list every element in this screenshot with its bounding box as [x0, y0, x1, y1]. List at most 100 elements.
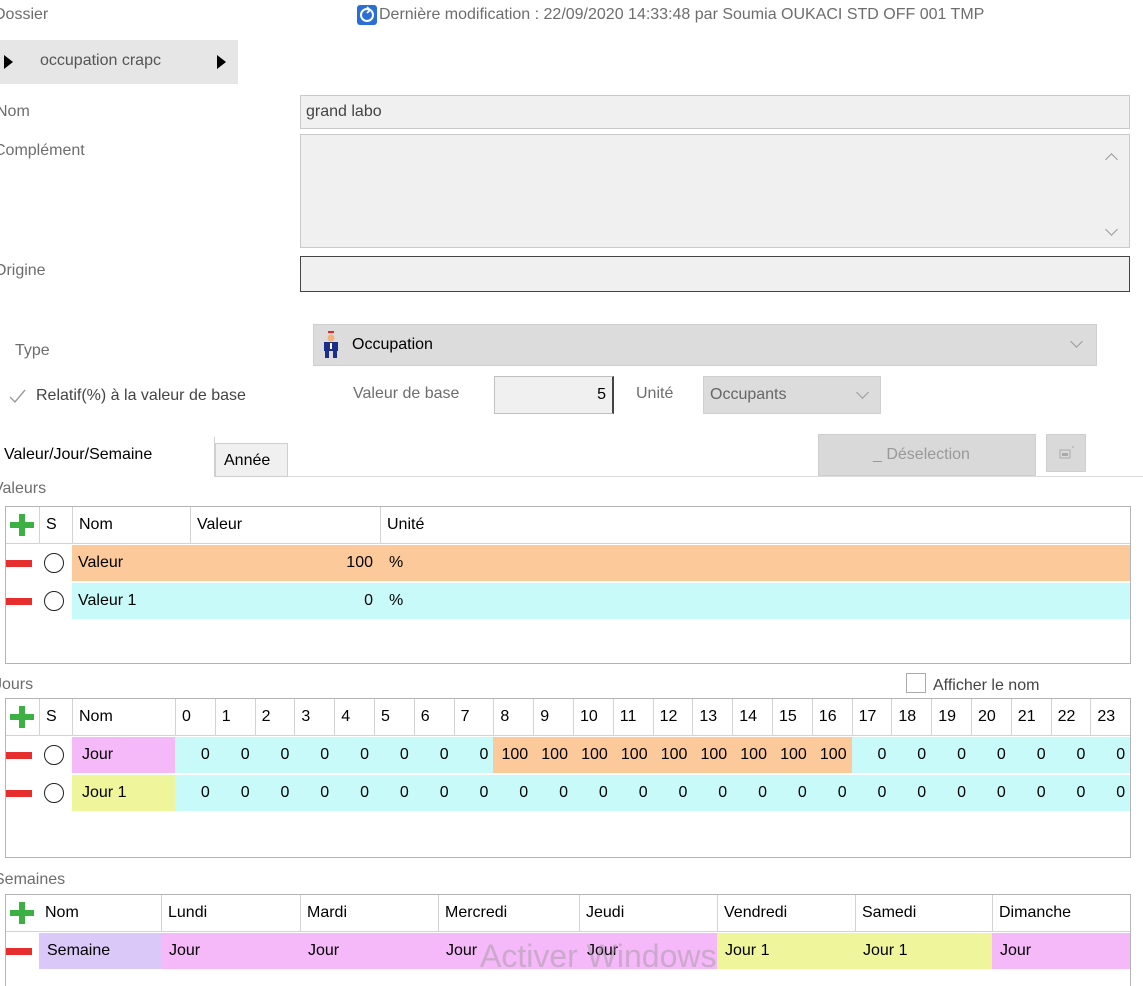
valeur-base-value: 5 — [597, 386, 606, 403]
nom-field[interactable]: grand labo — [300, 95, 1130, 129]
hour-value-cell[interactable]: 0 — [175, 775, 215, 811]
nom-value: grand labo — [306, 103, 382, 120]
hour-value-cell[interactable]: 100 — [652, 737, 693, 773]
valeur-select-radio[interactable] — [44, 553, 64, 573]
unite-dropdown-chevron-icon[interactable] — [856, 386, 869, 399]
hour-value-cell[interactable]: 0 — [374, 737, 414, 773]
hour-value-cell[interactable]: 100 — [533, 737, 573, 773]
hour-value-cell[interactable]: 0 — [453, 737, 494, 773]
valeur-1-select-radio[interactable] — [44, 591, 64, 611]
hour-value-cell[interactable]: 100 — [493, 737, 534, 773]
semaine-day-cell[interactable]: Jour — [992, 933, 1130, 969]
hour-header-23: 23 — [1090, 699, 1130, 735]
hour-value-cell[interactable]: 0 — [334, 737, 374, 773]
refresh-icon[interactable] — [357, 5, 377, 25]
breadcrumb-label[interactable]: occupation crapc — [40, 52, 161, 70]
add-jour-plus-icon[interactable] — [8, 703, 36, 731]
hour-value-cell[interactable]: 100 — [612, 737, 653, 773]
hour-value-cell[interactable]: 0 — [811, 775, 852, 811]
complement-field[interactable] — [300, 134, 1130, 248]
hour-value-cell[interactable]: 0 — [772, 775, 812, 811]
unite-select[interactable]: Occupants — [703, 376, 881, 414]
remove-valeur-minus-icon[interactable] — [6, 560, 32, 567]
hour-value-cell[interactable]: 0 — [294, 737, 335, 773]
hour-value-cell[interactable]: 0 — [1050, 775, 1091, 811]
scroll-up-icon[interactable] — [1105, 153, 1118, 166]
afficher-nom-checkbox[interactable] — [906, 673, 926, 693]
hour-value-cell[interactable]: 0 — [413, 775, 454, 811]
hour-value-cell[interactable]: 0 — [254, 775, 295, 811]
remove-jour-1-minus-icon[interactable] — [6, 790, 32, 797]
remove-jour-minus-icon[interactable] — [6, 752, 32, 759]
semaine-day-cell[interactable]: Jour — [161, 933, 300, 969]
hour-value-cell[interactable]: 0 — [453, 775, 494, 811]
semaines-col-5: Vendredi — [717, 895, 855, 931]
hour-header-21: 21 — [1010, 699, 1051, 735]
hour-value-cell[interactable]: 0 — [971, 737, 1011, 773]
hour-value-cell[interactable]: 0 — [931, 775, 971, 811]
hour-value-cell[interactable]: 0 — [732, 775, 772, 811]
hour-value-cell[interactable]: 0 — [254, 737, 295, 773]
tab-valeur-jour-semaine[interactable]: Valeur/Jour/Semaine — [0, 437, 215, 477]
hour-value-cell[interactable]: 0 — [374, 775, 414, 811]
type-dropdown-chevron-icon[interactable] — [1070, 335, 1083, 348]
semaine-day-cell[interactable]: Jour 1 — [717, 933, 855, 969]
hour-value-cell[interactable]: 0 — [1090, 737, 1131, 773]
type-select[interactable]: Occupation — [313, 324, 1097, 366]
breadcrumb[interactable]: occupation crapc — [0, 40, 238, 84]
remove-valeur-1-minus-icon[interactable] — [6, 598, 32, 605]
hour-value-cell[interactable]: 0 — [891, 775, 932, 811]
hour-value-cell[interactable]: 0 — [851, 775, 892, 811]
hour-header-7: 7 — [453, 699, 494, 735]
hour-value-cell[interactable]: 0 — [612, 775, 653, 811]
jour-select-radio[interactable] — [44, 745, 64, 765]
breadcrumb-right-arrow-icon[interactable] — [217, 55, 226, 69]
jour-row[interactable]: Jour 0 0 0 0 0 0 0 0 100 100 100 100 100 100 100 100 100… — [6, 737, 1131, 773]
deselect-button[interactable]: _ Déselection — [818, 434, 1036, 476]
hour-value-cell[interactable]: 0 — [971, 775, 1011, 811]
hour-value-cell[interactable]: 0 — [334, 775, 374, 811]
hour-value-cell[interactable]: 100 — [692, 737, 733, 773]
valeur-base-label: Valeur de base — [353, 385, 460, 402]
hour-value-cell[interactable]: 0 — [214, 775, 255, 811]
origine-field[interactable] — [300, 256, 1130, 292]
jour-1-row[interactable]: Jour 1 000000000000000000000000 — [6, 775, 1131, 811]
hour-value-cell[interactable]: 0 — [851, 737, 892, 773]
hour-value-cell[interactable]: 100 — [732, 737, 772, 773]
hour-value-cell[interactable]: 0 — [931, 737, 971, 773]
remove-semaine-minus-icon[interactable] — [6, 948, 32, 955]
hour-value-cell[interactable]: 0 — [1010, 775, 1051, 811]
popout-button[interactable] — [1046, 434, 1086, 472]
hour-value-cell[interactable]: 0 — [891, 737, 932, 773]
jour-1-select-radio[interactable] — [44, 783, 64, 803]
hour-value-cell[interactable]: 0 — [1010, 737, 1051, 773]
add-semaine-plus-icon[interactable] — [8, 899, 36, 927]
hour-value-cell[interactable]: 0 — [692, 775, 733, 811]
hour-value-cell[interactable]: 0 — [1090, 775, 1131, 811]
hour-value-cell[interactable]: 0 — [413, 737, 454, 773]
add-valeur-plus-icon[interactable] — [8, 511, 36, 539]
activate-windows-watermark: Activer Windows — [480, 938, 717, 974]
scroll-down-icon[interactable] — [1105, 223, 1118, 236]
hour-value-cell[interactable]: 0 — [1050, 737, 1091, 773]
hour-value-cell[interactable]: 100 — [772, 737, 812, 773]
hour-value-cell[interactable]: 0 — [573, 775, 613, 811]
hour-value-cell[interactable]: 0 — [493, 775, 534, 811]
semaine-day-cell[interactable]: Jour 1 — [855, 933, 992, 969]
hour-value-cell[interactable]: 0 — [533, 775, 573, 811]
hour-value-cell[interactable]: 100 — [811, 737, 852, 773]
semaine-day-cell[interactable]: Jour — [300, 933, 438, 969]
tab-annee[interactable]: Année — [215, 443, 288, 477]
hour-value-cell[interactable]: 0 — [214, 737, 255, 773]
hour-value-cell[interactable]: 0 — [652, 775, 693, 811]
hour-value-cell[interactable]: 0 — [294, 775, 335, 811]
valeur-1-row[interactable]: Valeur 1 0 % — [6, 583, 1130, 619]
breadcrumb-left-arrow-icon[interactable] — [4, 55, 13, 69]
semaine-name-cell[interactable]: Semaine — [39, 933, 161, 969]
valeur-base-input[interactable]: 5 — [494, 376, 614, 414]
valeur-row[interactable]: Valeur 100 % — [6, 545, 1130, 581]
hour-value-cell[interactable]: 0 — [175, 737, 215, 773]
jours-section-label: Jours — [0, 676, 34, 693]
hour-value-cell[interactable]: 100 — [573, 737, 613, 773]
relatif-checkbox[interactable] — [7, 386, 27, 406]
